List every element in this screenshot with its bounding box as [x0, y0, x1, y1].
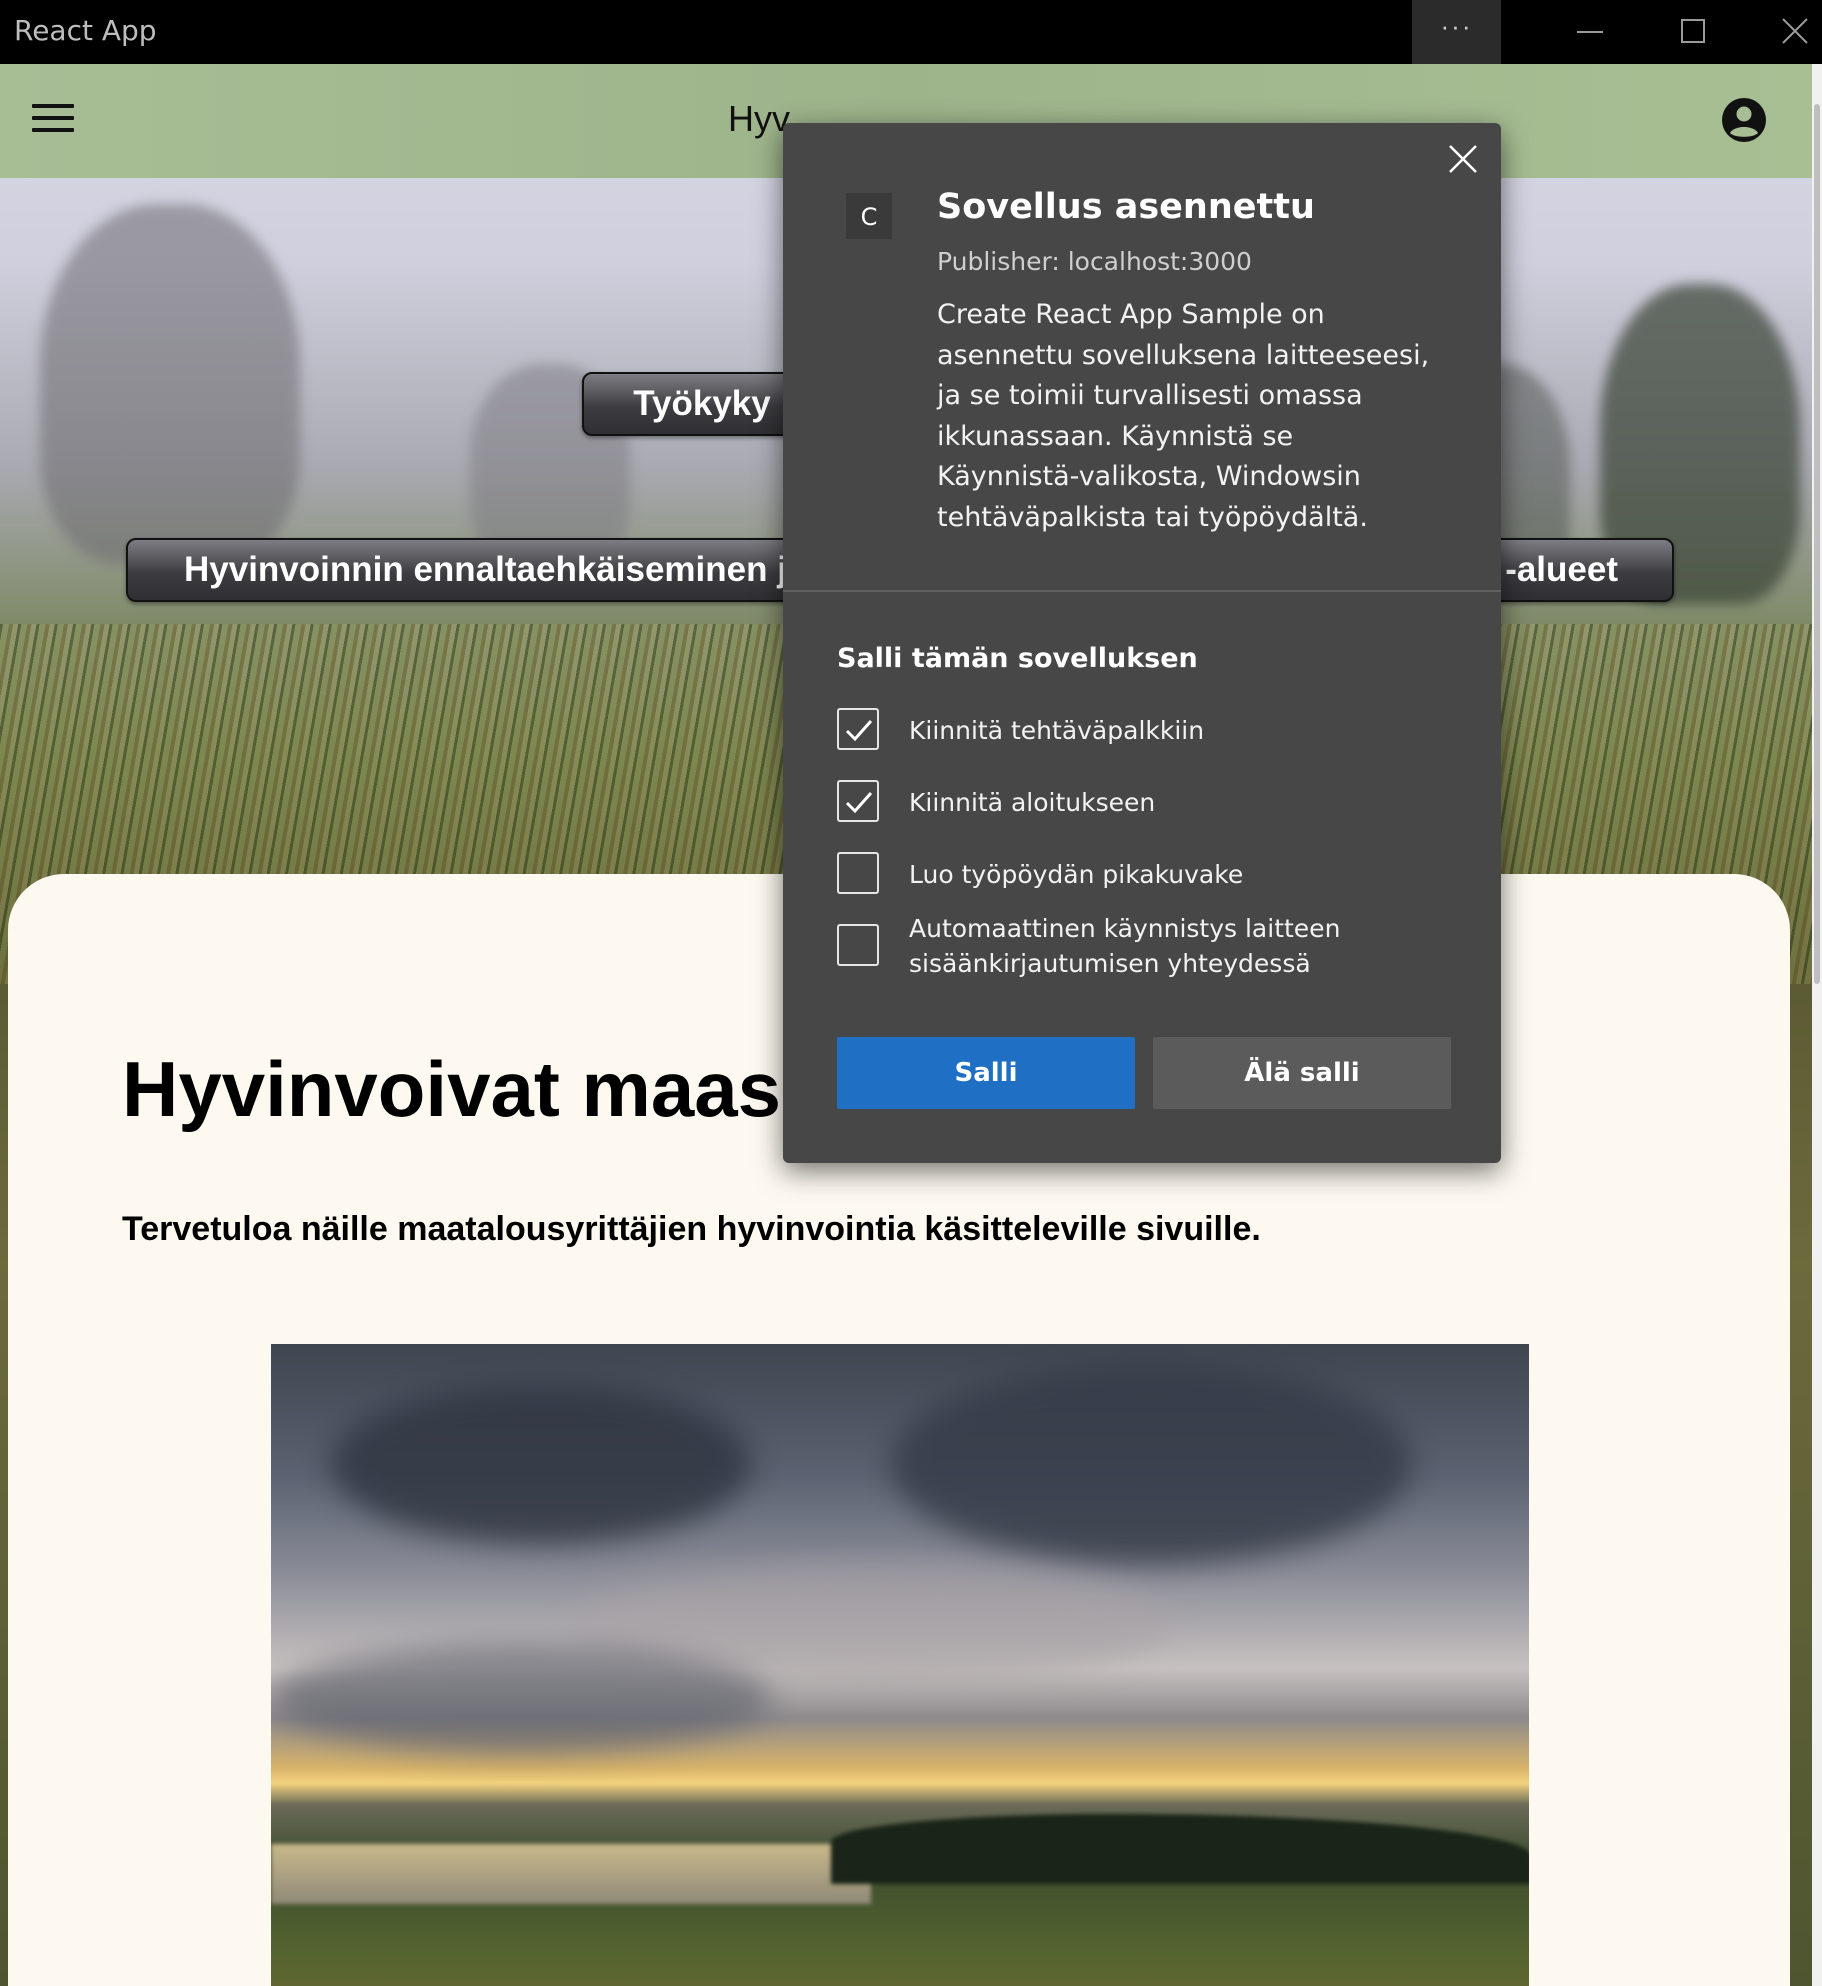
checkmark-icon [845, 792, 873, 814]
option-label: Kiinnitä tehtäväpalkkiin [909, 716, 1205, 745]
vertical-scrollbar[interactable] [1812, 64, 1822, 1986]
window-title: React App [14, 14, 157, 47]
checkbox[interactable] [837, 780, 879, 822]
checkbox[interactable] [837, 708, 879, 750]
window-close-button[interactable] [1746, 0, 1822, 64]
welcome-text: Tervetuloa näille maatalousyrittäjien hy… [122, 1210, 1261, 1248]
close-icon[interactable] [1447, 143, 1479, 175]
checkmark-icon [845, 720, 873, 742]
account-circle-icon[interactable] [1720, 96, 1768, 144]
landscape-photo [271, 1344, 1529, 1986]
nav-chip-label: -alueet [1505, 550, 1618, 589]
background-tree [40, 204, 300, 564]
checkbox[interactable] [837, 924, 879, 966]
window-titlebar: React App ··· [0, 0, 1822, 64]
header-title: Hyv [728, 98, 790, 139]
permissions-heading: Salli tämän sovelluksen [837, 643, 1198, 674]
minimize-button[interactable] [1540, 0, 1640, 64]
treeline [831, 1814, 1529, 1884]
checkbox[interactable] [837, 852, 879, 894]
dialog-publisher: Publisher: localhost:3000 [937, 247, 1252, 276]
sea [271, 1844, 871, 1904]
dialog-description: Create React App Sample on asennettu sov… [937, 299, 1430, 533]
dialog-title: Sovellus asennettu [937, 187, 1315, 227]
app-installed-dialog: C Sovellus asennettu Publisher: localhos… [783, 123, 1501, 1163]
maximize-button[interactable] [1642, 0, 1742, 64]
page-heading: Hyvinvoivat maase [122, 1045, 825, 1133]
nav-chip-label: Hyvinvoinnin ennaltaehkäiseminen ja [184, 550, 807, 589]
hamburger-menu-icon[interactable] [32, 104, 74, 134]
close-icon [1782, 18, 1808, 44]
option-label: Luo työpöydän pikakuvake [909, 860, 1244, 889]
app-icon: C [846, 193, 892, 239]
deny-button[interactable]: Älä salli [1153, 1037, 1451, 1109]
allow-button[interactable]: Salli [837, 1037, 1135, 1109]
dialog-divider [783, 590, 1501, 592]
option-label: Kiinnitä aloitukseen [909, 788, 1156, 817]
more-options-button[interactable]: ··· [1412, 0, 1501, 64]
app-page: Hyv Työkyky Hyvinvoinnin ennaltaehkäisem… [0, 64, 1812, 1986]
option-label: Automaattinen käynnistys laitteen sisään… [909, 914, 1341, 978]
